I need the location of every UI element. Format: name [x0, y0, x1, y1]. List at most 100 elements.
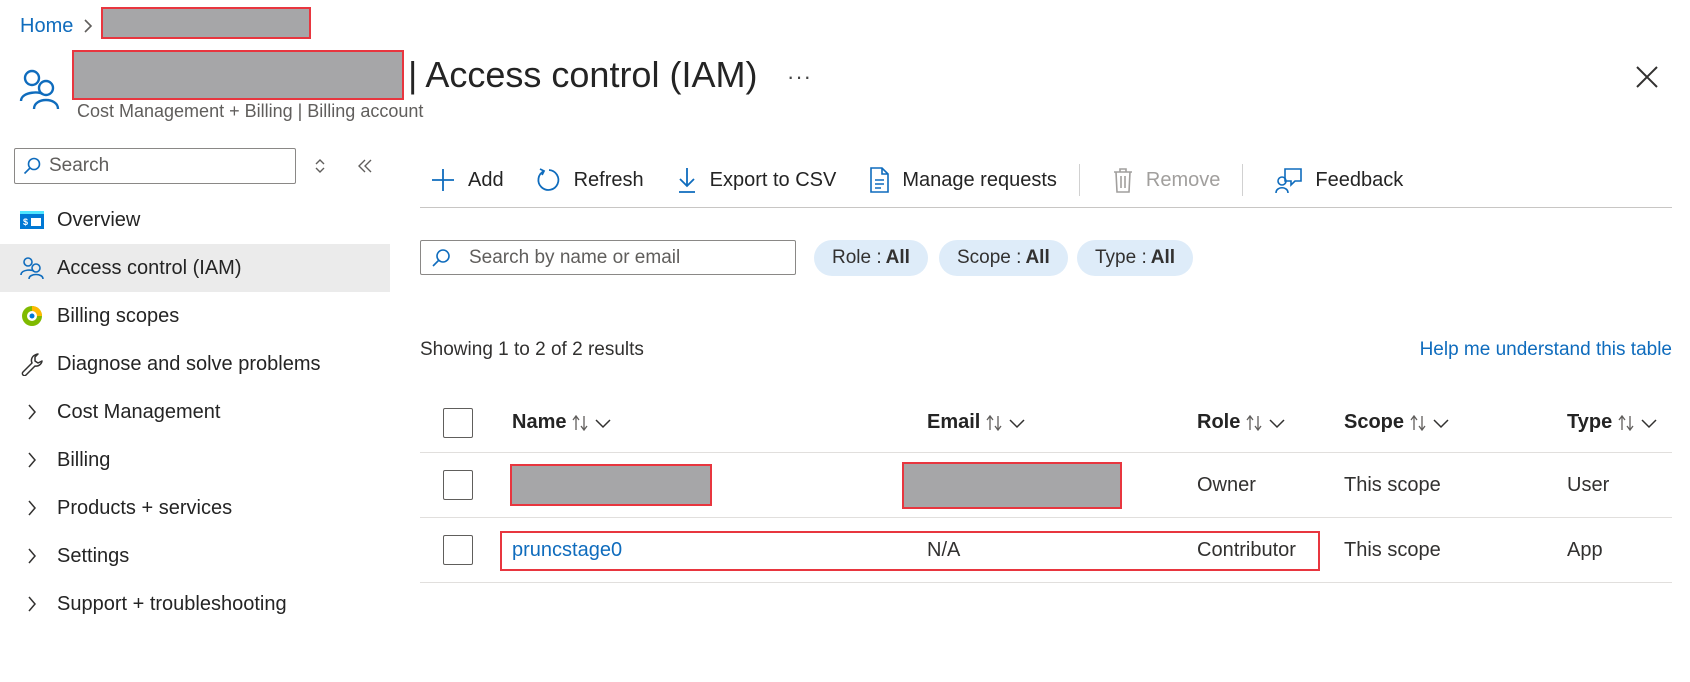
collapse-sidebar-icon[interactable]: [355, 156, 375, 176]
export-csv-button[interactable]: Export to CSV: [666, 160, 836, 200]
scope-filter-label: Scope :: [957, 247, 1022, 268]
name-link[interactable]: pruncstage0: [512, 518, 622, 582]
sort-updown-icon[interactable]: [312, 156, 328, 176]
type-cell: App: [1567, 538, 1603, 561]
column-header-email[interactable]: Email: [927, 393, 1026, 452]
type-filter-pill[interactable]: Type : All: [1077, 240, 1194, 276]
sidebar-item-label: Support + troubleshooting: [57, 592, 287, 615]
svg-text:$: $: [23, 217, 28, 227]
role-filter-pill[interactable]: Role : All: [814, 240, 928, 276]
sort-icon: [1410, 414, 1426, 431]
remove-button[interactable]: Remove: [1102, 160, 1220, 200]
table-row: Owner This scope User: [420, 453, 1672, 518]
people-icon: [19, 69, 60, 110]
chevron-down-icon: [1009, 418, 1025, 428]
chevron-right-icon: [19, 447, 45, 473]
sort-icon: [986, 414, 1002, 431]
chevron-down-icon: [1641, 418, 1657, 428]
remove-button-label: Remove: [1145, 168, 1221, 191]
select-all-cell: [443, 393, 473, 452]
role-filter-label: Role :: [832, 247, 882, 268]
scope-cell: This scope: [1344, 473, 1441, 496]
chevron-down-icon: [1269, 418, 1285, 428]
manage-requests-button[interactable]: Manage requests: [858, 160, 1057, 200]
billing-scopes-icon: [19, 303, 45, 329]
search-icon: [23, 157, 41, 175]
trash-icon: [1113, 168, 1132, 193]
column-header-label: Role: [1197, 411, 1241, 433]
sidebar-item-products-services[interactable]: Products + services: [0, 484, 390, 532]
sidebar-item-label: Billing: [57, 448, 111, 471]
role-cell: Owner: [1197, 473, 1256, 496]
row-checkbox[interactable]: [443, 470, 473, 500]
column-header-label: Name: [512, 411, 567, 433]
member-search: [420, 240, 796, 275]
refresh-button-label: Refresh: [573, 168, 644, 191]
type-filter-label: Type :: [1095, 247, 1147, 268]
refresh-button[interactable]: Refresh: [526, 160, 644, 200]
page-title: | Access control (IAM): [72, 50, 757, 100]
row-checkbox[interactable]: [443, 535, 473, 565]
redacted-name: [510, 464, 712, 506]
sidebar-nav: $ Overview Access control (IAM) Billing …: [0, 196, 390, 628]
scope-filter-pill[interactable]: Scope : All: [939, 240, 1068, 276]
column-header-type[interactable]: Type: [1567, 393, 1658, 452]
add-button-label: Add: [468, 168, 504, 191]
email-cell: [902, 453, 1122, 517]
name-cell: [510, 453, 712, 517]
sidebar-item-billing-scopes[interactable]: Billing scopes: [0, 292, 390, 340]
column-header-name[interactable]: Name: [512, 393, 612, 452]
table-row: pruncstage0 N/A Contributor This scope A…: [420, 518, 1672, 583]
results-count: Showing 1 to 2 of 2 results: [420, 339, 644, 360]
scope-filter-value: All: [1025, 247, 1050, 268]
column-header-scope[interactable]: Scope: [1344, 393, 1450, 452]
sidebar-item-access-control[interactable]: Access control (IAM): [0, 244, 390, 292]
feedback-button[interactable]: Feedback: [1265, 160, 1403, 200]
help-understand-table-link[interactable]: Help me understand this table: [1420, 339, 1672, 361]
sort-icon: [1618, 414, 1634, 431]
chevron-right-icon: [19, 399, 45, 425]
member-search-input[interactable]: [469, 246, 789, 269]
page-title-text: | Access control (IAM): [408, 54, 758, 95]
sidebar-item-label: Products + services: [57, 496, 233, 519]
sidebar-item-overview[interactable]: $ Overview: [0, 196, 390, 244]
more-options-button[interactable]: ···: [787, 64, 812, 90]
plus-icon: [432, 169, 454, 191]
sidebar-item-settings[interactable]: Settings: [0, 532, 390, 580]
column-header-role[interactable]: Role: [1197, 393, 1286, 452]
toolbar-divider: [1242, 164, 1244, 196]
row-select-cell: [443, 453, 473, 517]
close-icon[interactable]: [1634, 64, 1660, 90]
redacted-email: [902, 461, 1122, 509]
add-button[interactable]: Add: [420, 160, 504, 200]
email-cell: N/A: [927, 538, 961, 561]
refresh-icon: [537, 168, 559, 191]
sidebar-item-cost-management[interactable]: Cost Management: [0, 388, 390, 436]
page-subtitle: Cost Management + Billing | Billing acco…: [77, 101, 424, 121]
sidebar-item-label: Settings: [57, 544, 130, 567]
manage-requests-button-label: Manage requests: [902, 168, 1057, 191]
column-header-label: Scope: [1344, 411, 1405, 433]
column-header-label: Type: [1567, 411, 1613, 433]
select-all-checkbox[interactable]: [443, 407, 473, 438]
redacted-account-name: [72, 50, 404, 100]
search-icon: [432, 248, 450, 267]
chevron-right-icon: [83, 18, 93, 34]
role-cell: Contributor: [1197, 538, 1296, 561]
sort-icon: [572, 414, 589, 431]
toolbar-divider: [1078, 164, 1080, 196]
sidebar-item-billing[interactable]: Billing: [0, 436, 390, 484]
sort-icon: [1246, 414, 1262, 431]
chevron-down-icon: [1433, 418, 1449, 428]
redacted-breadcrumb-item: [101, 7, 312, 39]
download-icon: [678, 168, 695, 193]
sidebar-item-label: Overview: [57, 208, 141, 231]
table-header-row: Name Email Role Scope Type: [420, 393, 1672, 453]
sidebar-search-input[interactable]: [49, 155, 279, 177]
sidebar-item-label: Cost Management: [57, 400, 221, 423]
breadcrumb-home-link[interactable]: Home: [20, 15, 73, 38]
sidebar-item-label: Billing scopes: [57, 304, 180, 327]
people-icon: [19, 255, 45, 281]
sidebar-item-diagnose[interactable]: Diagnose and solve problems: [0, 340, 390, 388]
sidebar-item-support[interactable]: Support + troubleshooting: [0, 580, 390, 628]
